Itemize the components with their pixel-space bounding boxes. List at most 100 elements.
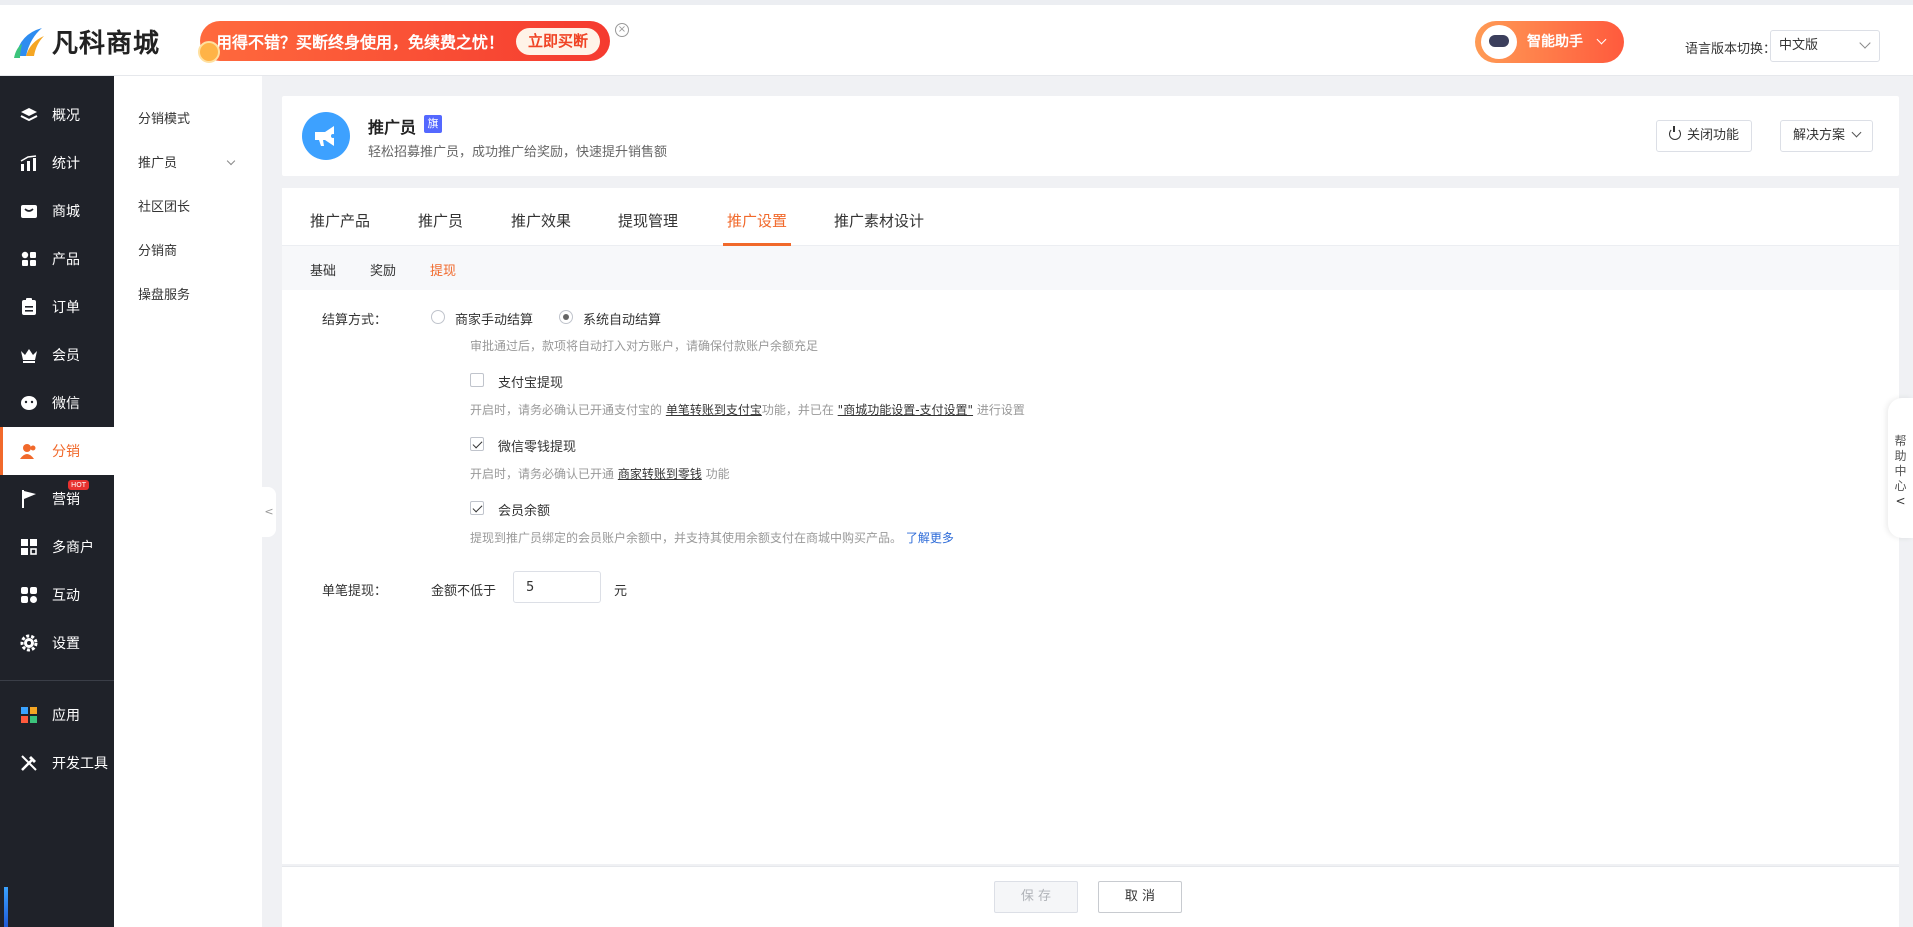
subnav-item-promoter[interactable]: 推广员 xyxy=(138,152,177,171)
language-select[interactable]: 中文版 xyxy=(1770,30,1880,62)
hot-badge: HOT xyxy=(68,480,90,490)
crown-icon xyxy=(20,346,38,364)
radio-auto-settlement[interactable] xyxy=(559,310,573,324)
brand-name: 凡科商城 xyxy=(52,29,161,59)
chart-icon xyxy=(20,154,38,172)
sidebar-scroll-indicator xyxy=(4,887,8,927)
hint-text: 功能，并已在 xyxy=(761,403,838,417)
tools-icon xyxy=(20,754,38,772)
save-button[interactable]: 保 存 xyxy=(994,881,1078,913)
sidebar-item-label: 设置 xyxy=(52,636,80,652)
min-amount-label: 金额不低于 xyxy=(431,584,497,599)
help-center-tab[interactable]: 帮助中心 < xyxy=(1888,398,1913,538)
balance-label[interactable]: 会员余额 xyxy=(498,500,550,519)
sidebar-item-wechat[interactable]: 微信 xyxy=(0,379,114,427)
single-withdrawal-label: 单笔提现： xyxy=(322,584,388,599)
flag-icon xyxy=(20,490,38,508)
tab-material-design[interactable]: 推广素材设计 xyxy=(834,210,924,231)
sidebar-item-interaction[interactable]: 互动 xyxy=(0,571,114,619)
sidebar-item-members[interactable]: 会员 xyxy=(0,331,114,379)
sidebar-item-label: 营销 xyxy=(52,492,80,508)
smart-assistant-button[interactable]: 智能助手 xyxy=(1475,21,1624,63)
hint-text: 开启时，请务必确认已开通支付宝的 xyxy=(470,403,666,417)
promo-banner[interactable]: 用得不错？买断终身使用，免续费之忧！ 立即买断 xyxy=(198,21,610,63)
tab-bar: 推广产品 推广员 推广效果 提现管理 推广设置 推广素材设计 xyxy=(282,188,1899,246)
subnav-item-community-leader[interactable]: 社区团长 xyxy=(138,196,190,215)
radio-manual-settlement[interactable] xyxy=(431,310,445,324)
chevron-down-icon[interactable] xyxy=(226,156,236,166)
sidebar-divider xyxy=(0,680,114,681)
tab-withdrawal-management[interactable]: 提现管理 xyxy=(618,210,678,231)
robot-icon xyxy=(1481,25,1517,59)
subnav-item-distributor[interactable]: 分销商 xyxy=(138,240,177,259)
manual-settlement-label[interactable]: 商家手动结算 xyxy=(455,309,533,328)
gift-icon xyxy=(198,41,220,63)
settings-panel: 推广产品 推广员 推广效果 提现管理 推广设置 推广素材设计 基础 奖励 提现 … xyxy=(282,188,1899,864)
top-header: 凡科商城 用得不错？买断终身使用，免续费之忧！ 立即买断 × 智能助手 语言版本… xyxy=(0,0,1913,76)
tab-promo-settings[interactable]: 推广设置 xyxy=(727,210,787,231)
promo-close-icon[interactable]: × xyxy=(615,23,629,37)
sidebar-item-label: 商城 xyxy=(52,204,80,220)
settlement-hint: 审批通过后，款项将自动打入对方账户，请确保付款账户余额充足 xyxy=(470,339,819,353)
solution-dropdown-button[interactable]: 解决方案 xyxy=(1780,120,1874,152)
balance-hint: 提现到推广员绑定的会员账户余额中，并支持其使用余额支付在商城中购买产品。 了解更… xyxy=(470,529,954,546)
alipay-transfer-link[interactable]: 单笔转账到支付宝 xyxy=(666,403,762,417)
sidebar-item-multi-merchant[interactable]: 多商户 xyxy=(0,523,114,571)
subtab-bar: 基础 奖励 提现 xyxy=(282,246,1899,290)
alipay-label[interactable]: 支付宝提现 xyxy=(498,372,563,391)
subtab-reward[interactable]: 奖励 xyxy=(370,260,396,279)
merchant-transfer-link[interactable]: 商家转账到零钱 xyxy=(618,467,702,481)
close-feature-button[interactable]: 关闭功能 xyxy=(1656,120,1753,152)
balance-checkbox[interactable] xyxy=(470,501,484,515)
sidebar-item-apps[interactable]: 应用 xyxy=(0,691,114,739)
sidebar-collapse-toggle[interactable]: < xyxy=(262,487,276,537)
settlement-label: 结算方式： xyxy=(322,313,388,328)
min-amount-input[interactable] xyxy=(513,571,601,603)
sidebar-item-label: 分销 xyxy=(52,444,80,460)
sidebar-item-settings[interactable]: 设置 xyxy=(0,619,114,667)
payment-settings-link[interactable]: "商城功能设置-支付设置" xyxy=(838,403,973,417)
close-feature-label: 关闭功能 xyxy=(1687,128,1740,143)
wechat-icon xyxy=(20,394,38,412)
learn-more-link[interactable]: 了解更多 xyxy=(906,531,954,545)
sidebar-item-overview[interactable]: 概况 xyxy=(0,91,114,139)
sidebar-item-mall[interactable]: 商城 xyxy=(0,187,114,235)
sidebar-item-marketing[interactable]: 营销 HOT xyxy=(0,475,114,523)
hint-text: 开启时，请务必确认已开通 xyxy=(470,467,618,481)
buyout-button[interactable]: 立即买断 xyxy=(515,28,600,55)
cancel-button[interactable]: 取 消 xyxy=(1098,881,1182,913)
page-description: 轻松招募推广员，成功推广给奖励，快速提升销售额 xyxy=(368,145,668,160)
gear-icon xyxy=(20,634,38,652)
language-label: 语言版本切换： xyxy=(1685,42,1777,57)
chevron-down-icon xyxy=(1851,127,1862,138)
sidebar-item-stats[interactable]: 统计 xyxy=(0,139,114,187)
subtab-basic[interactable]: 基础 xyxy=(310,260,336,279)
layers-icon xyxy=(20,106,38,124)
sidebar-item-orders[interactable]: 订单 xyxy=(0,283,114,331)
tab-promo-effect[interactable]: 推广效果 xyxy=(511,210,571,231)
apps-icon xyxy=(20,706,38,724)
brand-logo[interactable]: 凡科商城 xyxy=(12,23,160,60)
tab-promo-products[interactable]: 推广产品 xyxy=(310,210,370,231)
subnav-item-mode[interactable]: 分销模式 xyxy=(138,108,190,127)
secondary-sidebar: 分销模式 推广员 社区团长 分销商 操盘服务 xyxy=(114,76,262,927)
sidebar-item-label: 统计 xyxy=(52,156,80,172)
auto-settlement-label[interactable]: 系统自动结算 xyxy=(583,309,661,328)
subtab-withdrawal[interactable]: 提现 xyxy=(430,260,456,279)
alipay-checkbox[interactable] xyxy=(470,373,484,387)
sidebar-item-label: 开发工具 xyxy=(52,756,108,772)
sidebar-item-distribution[interactable]: 分销 xyxy=(0,427,114,475)
assistant-label: 智能助手 xyxy=(1527,34,1583,50)
wechat-label[interactable]: 微信零钱提现 xyxy=(498,436,576,455)
sidebar-item-dev-tools[interactable]: 开发工具 xyxy=(0,739,114,787)
hint-text: 进行设置 xyxy=(973,403,1025,417)
tab-promoters[interactable]: 推广员 xyxy=(418,210,463,231)
power-icon xyxy=(1669,126,1681,140)
wechat-checkbox[interactable] xyxy=(470,437,484,451)
help-center-label: 帮助中心 xyxy=(1894,434,1907,493)
sidebar-item-products[interactable]: 产品 xyxy=(0,235,114,283)
sidebar-item-label: 会员 xyxy=(52,348,80,364)
subnav-item-operation-service[interactable]: 操盘服务 xyxy=(138,284,190,303)
sidebar-item-label: 概况 xyxy=(52,108,80,124)
flagship-badge: 旗 xyxy=(424,115,442,133)
